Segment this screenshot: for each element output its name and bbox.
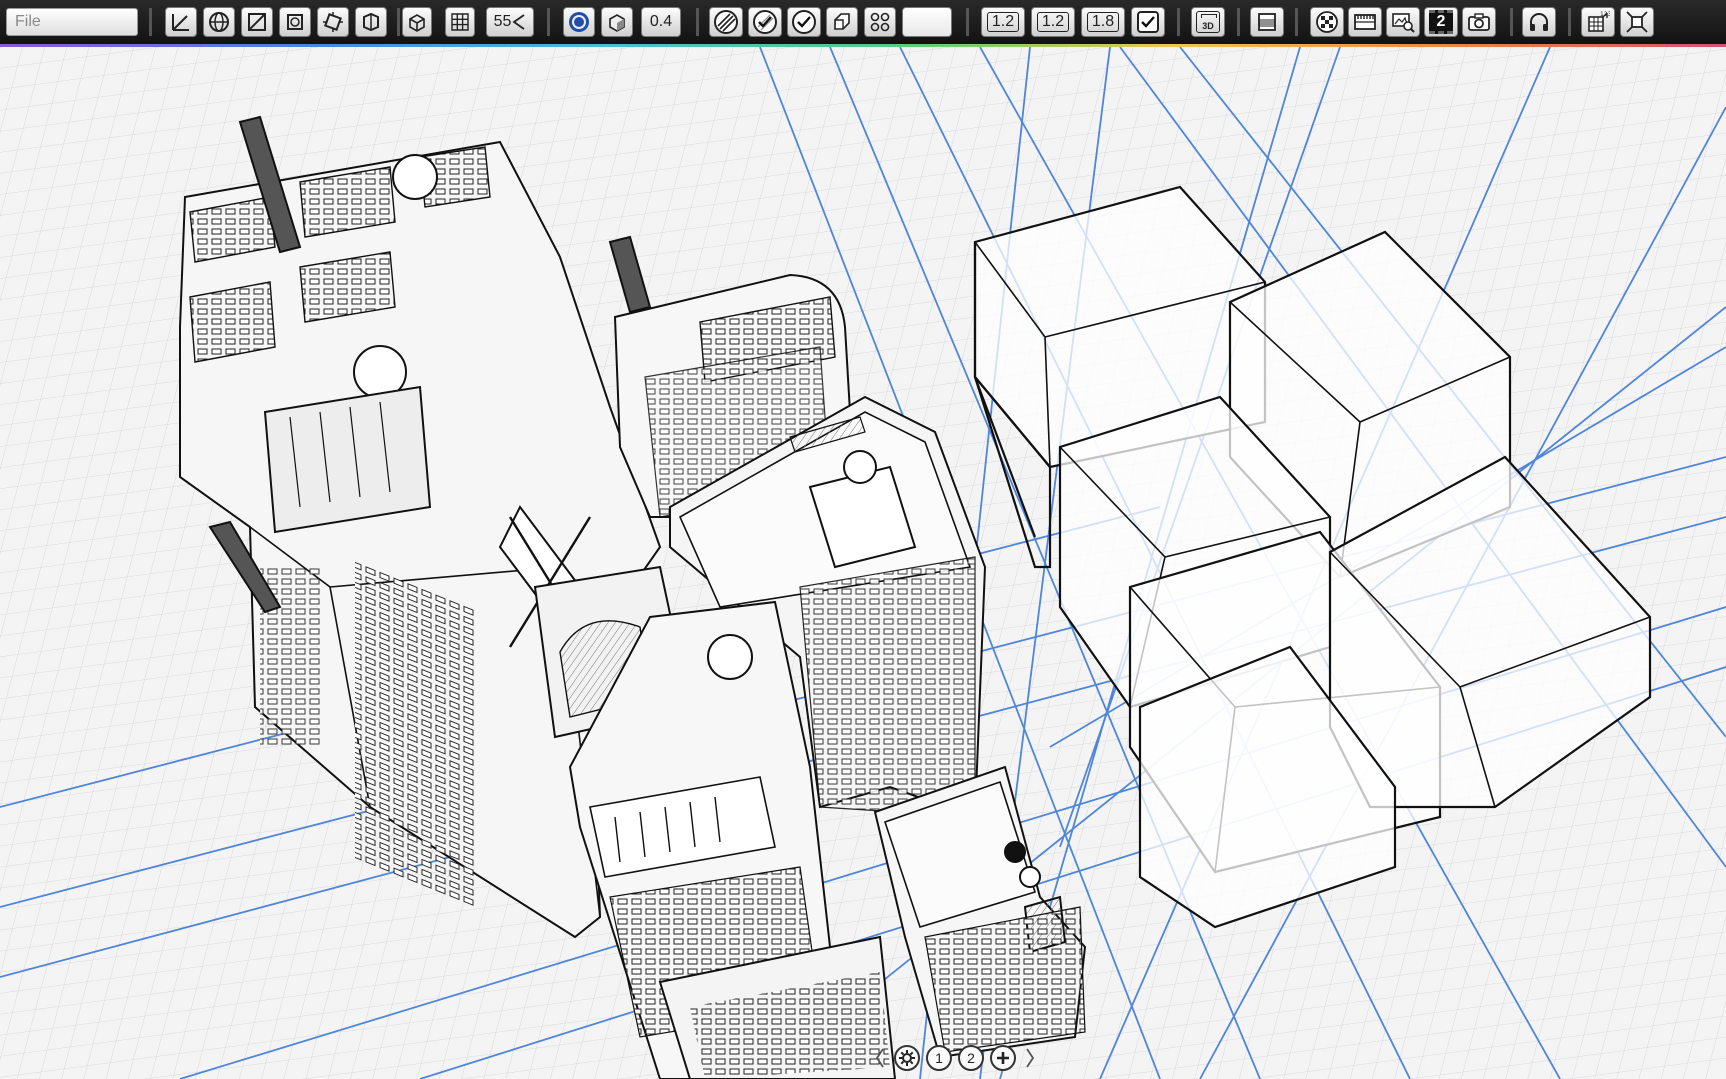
confirm-check-icon[interactable] [1131, 7, 1165, 37]
add-page-plus-icon[interactable] [990, 1045, 1016, 1071]
cube-view-icon[interactable] [402, 7, 432, 37]
toolbar-separator [1510, 8, 1513, 36]
next-page-arrow-icon[interactable] [1022, 1045, 1038, 1071]
perspective-axis-icon[interactable] [165, 7, 197, 37]
toolbar-separator [1295, 8, 1298, 36]
toolbar-separator [1568, 8, 1571, 36]
headphones-icon[interactable] [1522, 7, 1556, 37]
page-2-button[interactable]: 2 [958, 1045, 984, 1071]
color-swatch[interactable] [902, 7, 952, 37]
page-1-label: 1 [935, 1050, 943, 1066]
fov-value: 55 [493, 13, 512, 30]
toolbar-separator [696, 8, 699, 36]
preset-c-label: 1.8 [1086, 12, 1120, 32]
mirror-guide-icon[interactable] [355, 7, 387, 37]
file-field[interactable]: File [6, 8, 138, 36]
target-icon[interactable] [563, 7, 595, 37]
layer-number-button[interactable]: 2 [1424, 7, 1458, 37]
transform-guide-icon[interactable] [317, 7, 349, 37]
fit-view-icon[interactable] [1620, 7, 1654, 37]
layer-number: 2 [1436, 13, 1446, 30]
toolbar-separator [149, 8, 152, 36]
drawing-viewport[interactable] [0, 47, 1726, 1079]
camera-3d-button[interactable]: 3D [1191, 7, 1225, 37]
box-guide-icon[interactable] [279, 7, 311, 37]
preset-button-c[interactable]: 1.8 [1081, 7, 1125, 37]
field-of-view-button[interactable]: 55 [486, 7, 534, 37]
shaded-cube-icon[interactable] [601, 7, 633, 37]
stroke-width-button[interactable]: 0.4 [641, 7, 681, 37]
toolbar-separator [966, 8, 969, 36]
film-strip-icon[interactable] [1348, 7, 1382, 37]
svg-text:123: 123 [1600, 11, 1610, 18]
toolbar-separator [547, 8, 550, 36]
checker-pattern-icon[interactable] [1310, 7, 1344, 37]
page-1-button[interactable]: 1 [926, 1045, 952, 1071]
toolbar-separator [397, 8, 400, 36]
preset-b-label: 1.2 [1036, 12, 1070, 32]
quad-dots-icon[interactable] [864, 7, 896, 37]
image-search-icon[interactable] [1386, 7, 1420, 37]
toolbar-separator [1237, 8, 1240, 36]
preset-button-a[interactable]: 1.2 [981, 7, 1025, 37]
camera-3d-label: 3D [1202, 21, 1214, 31]
grid-toggle-icon[interactable] [445, 7, 475, 37]
sphere-guide-icon[interactable] [203, 7, 235, 37]
page-navigator: 1 2 [872, 1044, 1038, 1072]
hatch-check-icon[interactable] [748, 7, 782, 37]
toolbar-separator [1177, 8, 1180, 36]
preset-a-label: 1.2 [986, 12, 1020, 32]
page-2-label: 2 [967, 1050, 975, 1066]
check-circle-icon[interactable] [787, 7, 821, 37]
measure-grid-icon[interactable]: 123 [1581, 7, 1615, 37]
prev-page-arrow-icon[interactable] [872, 1045, 888, 1071]
preset-button-b[interactable]: 1.2 [1031, 7, 1075, 37]
panel-layout-icon[interactable] [1250, 7, 1284, 37]
perspective-canvas [0, 47, 1726, 1079]
camera-capture-icon[interactable] [1462, 7, 1496, 37]
stroke-width-value: 0.4 [649, 13, 673, 30]
page-settings-gear-icon[interactable] [894, 1045, 920, 1071]
hatch-circle-icon[interactable] [709, 7, 743, 37]
plane-guide-icon[interactable] [241, 7, 273, 37]
extrude-plane-icon[interactable] [826, 7, 858, 37]
top-toolbar: File 55 0.4 1.2 1.2 1.8 3D 2 123 [0, 0, 1726, 44]
